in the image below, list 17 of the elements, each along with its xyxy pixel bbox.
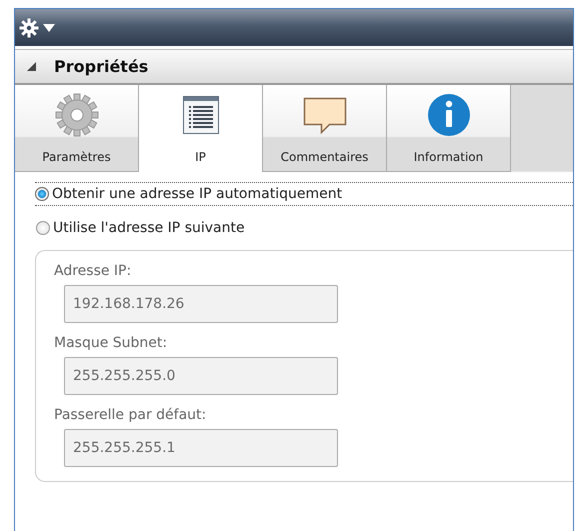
radio-option[interactable]: Utilise l'adresse IP suivante	[35, 216, 573, 240]
gear-icon	[54, 93, 98, 137]
tab[interactable]: Information	[387, 85, 511, 172]
field-label: Adresse IP:	[54, 263, 132, 279]
tab[interactable]: Paramètres	[15, 85, 139, 172]
panel-title: Propriétés	[54, 57, 148, 76]
field-label: Masque Subnet:	[54, 335, 168, 351]
radio-button[interactable]	[36, 221, 50, 235]
radio-option[interactable]: Obtenir une adresse IP automatiquement	[35, 182, 573, 206]
field-label: Passerelle par défaut:	[54, 407, 208, 423]
tab[interactable]: Commentaires	[263, 85, 387, 172]
collapse-triangle-icon[interactable]	[27, 62, 36, 71]
radio-button[interactable]	[35, 187, 49, 201]
gear-icon[interactable]	[19, 18, 39, 38]
panel-header[interactable]: Propriétés	[15, 49, 573, 85]
dropdown-caret-icon[interactable]	[43, 24, 55, 32]
info-icon	[426, 93, 470, 137]
